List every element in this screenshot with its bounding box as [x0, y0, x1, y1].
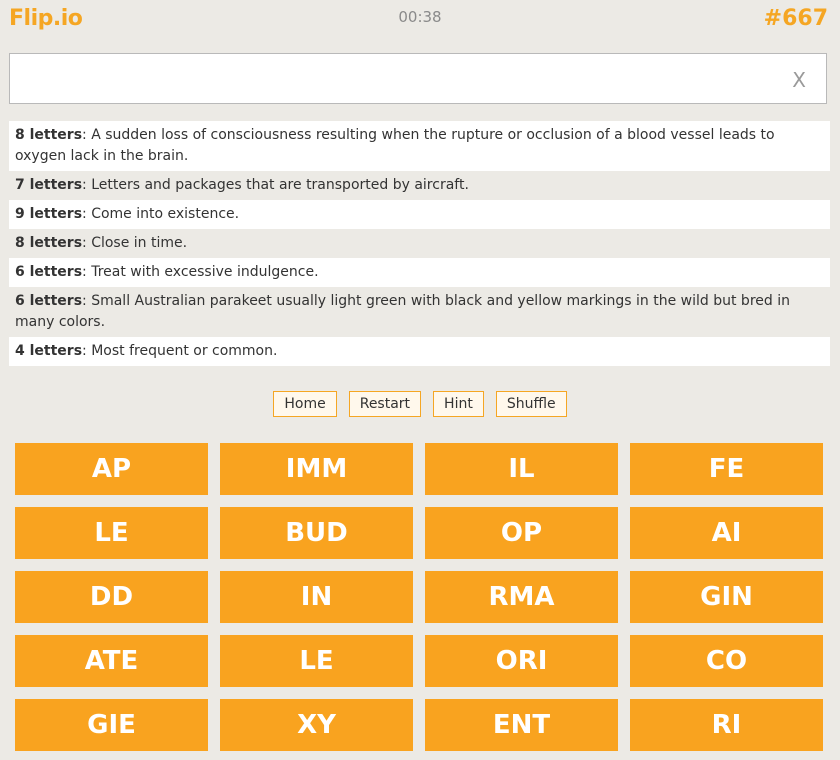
clue-text: : A sudden loss of consciousness resulti…	[15, 127, 775, 164]
clue-item: 4 letters: Most frequent or common.	[9, 337, 830, 366]
clue-length: 6 letters	[15, 293, 83, 309]
answer-box: X	[9, 53, 827, 104]
letter-tile[interactable]: IL	[425, 443, 618, 495]
letter-tile[interactable]: ORI	[425, 635, 618, 687]
letter-tile[interactable]: GIE	[15, 699, 208, 751]
timer: 00:38	[398, 8, 442, 26]
clue-text: : Small Australian parakeet usually ligh…	[15, 293, 790, 330]
clue-length: 8 letters	[15, 127, 83, 143]
clue-item: 9 letters: Come into existence.	[9, 200, 830, 229]
shuffle-button[interactable]: Shuffle	[495, 391, 567, 417]
clue-item: 7 letters: Letters and packages that are…	[9, 171, 830, 200]
clue-text: : Most frequent or common.	[82, 343, 278, 359]
letter-tile[interactable]: IN	[220, 571, 413, 623]
letter-tile[interactable]: AI	[630, 507, 823, 559]
letter-tile[interactable]: RMA	[425, 571, 618, 623]
letter-tile[interactable]: LE	[15, 507, 208, 559]
tile-grid: AP IMM IL FE LE BUD OP AI DD IN RMA GIN …	[15, 443, 823, 751]
clue-text: : Close in time.	[82, 235, 188, 251]
letter-tile[interactable]: IMM	[220, 443, 413, 495]
letter-tile[interactable]: GIN	[630, 571, 823, 623]
clue-text: : Come into existence.	[82, 206, 240, 222]
letter-tile[interactable]: ENT	[425, 699, 618, 751]
letter-tile[interactable]: DD	[15, 571, 208, 623]
clear-button[interactable]: X	[792, 68, 806, 92]
puzzle-number: #667	[763, 6, 828, 31]
clue-length: 9 letters	[15, 206, 83, 222]
clue-item: 6 letters: Small Australian parakeet usu…	[9, 287, 830, 337]
letter-tile[interactable]: FE	[630, 443, 823, 495]
restart-button[interactable]: Restart	[348, 391, 422, 417]
clue-length: 7 letters	[15, 177, 83, 193]
clue-length: 4 letters	[15, 343, 83, 359]
header: Flip.io 00:38 #667	[0, 0, 840, 44]
letter-tile[interactable]: CO	[630, 635, 823, 687]
letter-tile[interactable]: LE	[220, 635, 413, 687]
answer-input[interactable]	[20, 62, 784, 97]
clue-item: 8 letters: A sudden loss of consciousnes…	[9, 121, 830, 171]
letter-tile[interactable]: AP	[15, 443, 208, 495]
clue-text: : Treat with excessive indulgence.	[82, 264, 319, 280]
letter-tile[interactable]: ATE	[15, 635, 208, 687]
clue-text: : Letters and packages that are transpor…	[82, 177, 469, 193]
clue-item: 6 letters: Treat with excessive indulgen…	[9, 258, 830, 287]
control-bar: Home Restart Hint Shuffle	[0, 391, 840, 417]
clue-length: 8 letters	[15, 235, 83, 251]
clue-list: 8 letters: A sudden loss of consciousnes…	[9, 121, 830, 366]
letter-tile[interactable]: XY	[220, 699, 413, 751]
clue-length: 6 letters	[15, 264, 83, 280]
home-button[interactable]: Home	[273, 391, 337, 417]
letter-tile[interactable]: RI	[630, 699, 823, 751]
letter-tile[interactable]: OP	[425, 507, 618, 559]
clue-item: 8 letters: Close in time.	[9, 229, 830, 258]
hint-button[interactable]: Hint	[433, 391, 484, 417]
letter-tile[interactable]: BUD	[220, 507, 413, 559]
